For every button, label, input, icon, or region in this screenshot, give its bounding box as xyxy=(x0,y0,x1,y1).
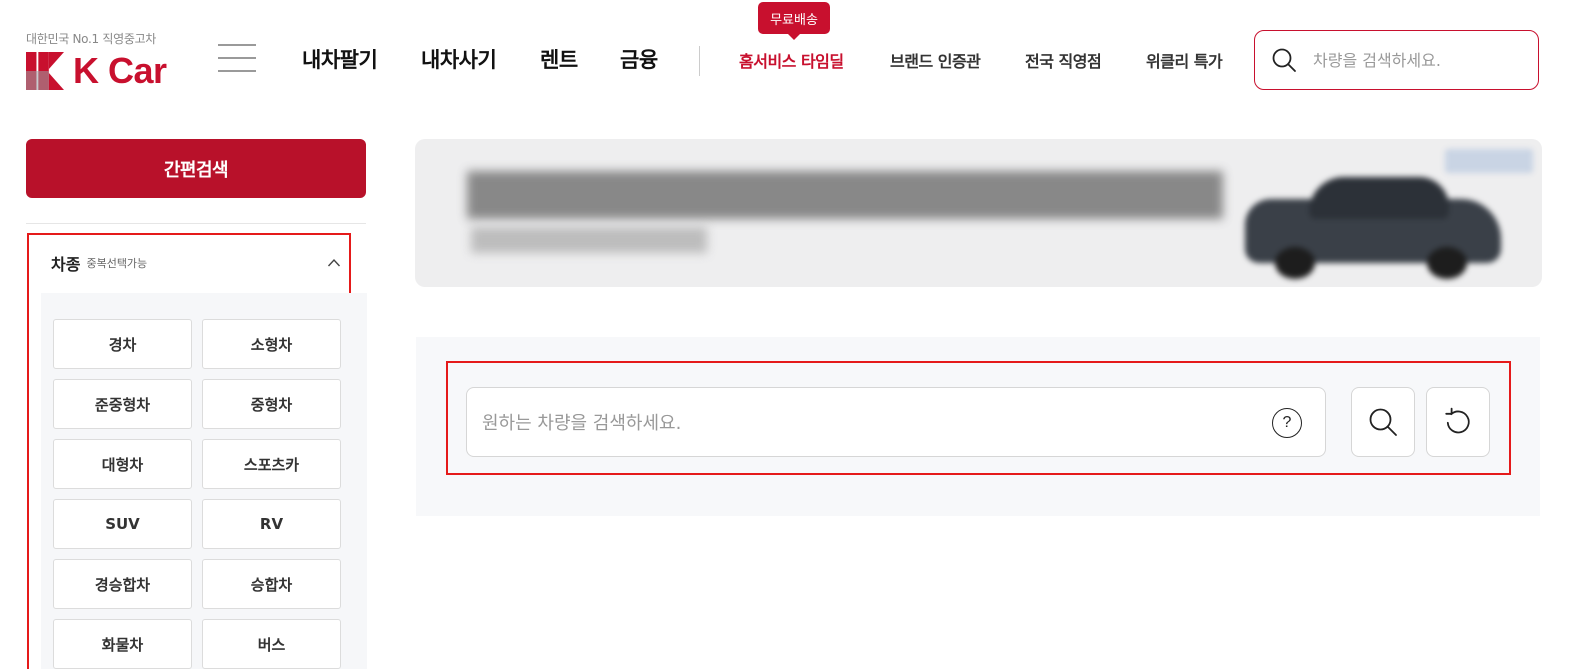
nav-direct-stores[interactable]: 전국 직영점 xyxy=(1025,48,1102,72)
sidebar-divider xyxy=(26,223,366,224)
nav-rent[interactable]: 렌트 xyxy=(540,44,578,76)
filter-subtitle: 중복선택가능 xyxy=(86,257,148,270)
quick-search-button[interactable]: 간편검색 xyxy=(26,139,366,198)
car-type-filter-header[interactable]: 차종 중복선택가능 xyxy=(51,249,347,277)
car-type-option[interactable]: 소형차 xyxy=(202,319,341,369)
banner-subline-blurred xyxy=(471,227,707,253)
banner-headline-blurred xyxy=(467,171,1223,219)
nav-weekly-special[interactable]: 위클리 특가 xyxy=(1146,48,1223,72)
header-search-box[interactable] xyxy=(1254,30,1539,90)
nav-divider xyxy=(699,46,700,76)
help-icon[interactable]: ? xyxy=(1272,408,1302,438)
refresh-icon xyxy=(1445,407,1470,434)
car-type-option[interactable]: SUV xyxy=(53,499,192,549)
car-type-options: 경차 소형차 준중형차 중형차 대형차 스포츠카 SUV RV 경승합차 승합차… xyxy=(41,293,367,669)
vehicle-search-input[interactable] xyxy=(482,408,1242,438)
nav-finance[interactable]: 금융 xyxy=(620,44,658,76)
logo-tagline: 대한민국 No.1 직영중고차 xyxy=(26,32,157,46)
car-type-option[interactable]: 버스 xyxy=(202,619,341,669)
kcar-logo-icon xyxy=(26,52,64,90)
free-delivery-badge: 무료배송 xyxy=(758,2,830,40)
car-type-option[interactable]: 경승합차 xyxy=(53,559,192,609)
vehicle-search-box[interactable]: ? xyxy=(466,387,1326,457)
banner-car-image xyxy=(1237,169,1517,279)
car-type-option[interactable]: 경차 xyxy=(53,319,192,369)
reset-button[interactable] xyxy=(1426,387,1490,457)
nav-buy-car[interactable]: 내차사기 xyxy=(421,44,497,76)
nav-home-service-timedeal[interactable]: 홈서비스 타임딜 xyxy=(739,48,844,72)
search-button[interactable] xyxy=(1351,387,1415,457)
menu-icon[interactable] xyxy=(218,44,256,74)
page: 대한민국 No.1 직영중고차 K Car 내차팔기 내차사기 렌트 금융 무료… xyxy=(0,0,1580,669)
filter-title: 차종 xyxy=(51,255,81,274)
kcar-logo[interactable]: 대한민국 No.1 직영중고차 K Car xyxy=(26,30,186,92)
nav-brand-certified[interactable]: 브랜드 인증관 xyxy=(890,48,981,72)
car-type-option[interactable]: 중형차 xyxy=(202,379,341,429)
car-type-option[interactable]: 화물차 xyxy=(53,619,192,669)
car-type-option[interactable]: RV xyxy=(202,499,341,549)
car-type-filter: 차종 중복선택가능 경차 소형차 준중형차 중형차 대형차 스포츠카 SUV R… xyxy=(27,233,367,669)
car-type-option[interactable]: 준중형차 xyxy=(53,379,192,429)
car-type-option[interactable]: 대형차 xyxy=(53,439,192,489)
search-icon xyxy=(1369,408,1397,436)
car-type-option[interactable]: 스포츠카 xyxy=(202,439,341,489)
car-type-option[interactable]: 승합차 xyxy=(202,559,341,609)
chevron-up-icon[interactable] xyxy=(327,256,341,270)
promo-banner[interactable] xyxy=(415,139,1542,287)
logo-mark: K Car xyxy=(26,52,167,90)
nav-sell-car[interactable]: 내차팔기 xyxy=(302,44,378,76)
logo-wordmark: K Car xyxy=(73,50,167,91)
header-search-input[interactable] xyxy=(1313,50,1513,70)
search-icon[interactable] xyxy=(1271,47,1297,73)
